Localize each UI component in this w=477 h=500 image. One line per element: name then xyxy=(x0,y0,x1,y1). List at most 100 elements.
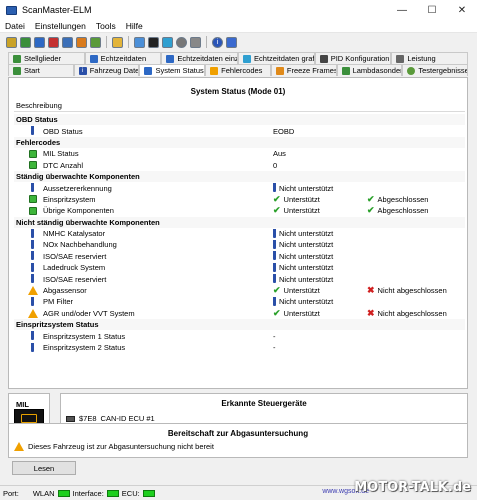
tab-freeze-frames[interactable]: Freeze Frames xyxy=(270,64,337,76)
ecu-led xyxy=(142,489,155,497)
tab-lambdasonden[interactable]: Lambdasonden xyxy=(336,64,403,76)
ecu-entry[interactable]: $7E8 CAN-ID ECU #1 xyxy=(66,414,155,423)
status-row: Abgassensor ✔ Unterstützt ✖ Nicht abgeschlos… xyxy=(14,285,465,296)
settings-icon[interactable] xyxy=(190,36,201,48)
row-icon-slot xyxy=(28,331,37,341)
oxygen-sensor-icon[interactable] xyxy=(76,36,87,48)
start-icon xyxy=(13,66,21,75)
monitor-icon[interactable] xyxy=(148,36,159,48)
status-row: NMHC Katalysator Nicht unterstützt xyxy=(14,228,465,239)
trouble-codes-icon[interactable] xyxy=(48,36,59,48)
row-value-1: Nicht unterstützt xyxy=(273,262,367,272)
tab-system-status[interactable]: System Status xyxy=(139,64,206,76)
section-header: OBD Status xyxy=(14,114,465,126)
info-icon xyxy=(31,239,34,249)
vehicle-info-icon[interactable] xyxy=(34,36,45,48)
globe-icon[interactable] xyxy=(20,36,31,48)
cross-icon: ✖ xyxy=(367,307,375,318)
watermark: MOTOR-TALK.de xyxy=(354,480,471,495)
info-icon xyxy=(273,296,276,306)
tab-testergebnisse[interactable]: Testergebnisse xyxy=(402,64,469,76)
row-value-1: Nicht unterstützt xyxy=(273,228,367,239)
row-icon-slot xyxy=(28,161,37,170)
warning-icon xyxy=(14,442,24,451)
status-row: Einspritzsystem 2 Status - xyxy=(14,342,465,353)
close-icon[interactable]: ✕ xyxy=(447,0,477,20)
row-value-1: ✔ Unterstützt xyxy=(273,308,367,319)
tab-leistung[interactable]: Leistung xyxy=(391,52,469,64)
about-icon[interactable] xyxy=(226,36,237,48)
value-1-text: Nicht unterstützt xyxy=(279,229,334,239)
row-label: Einspritzsystem xyxy=(43,194,96,204)
tab-fehlercodes[interactable]: Fehlercodes xyxy=(205,64,271,76)
row-icon-slot xyxy=(28,126,37,136)
status-row: NOx Nachbehandlung Nicht unterstützt xyxy=(14,239,465,250)
status-row: AGR und/oder VVT System ✔ Unterstützt ✖ Nich… xyxy=(14,308,465,319)
readiness-title: Bereitschaft zur Abgasuntersuchung xyxy=(167,429,309,438)
ecu-name: CAN-ID ECU #1 xyxy=(100,414,155,423)
graph-icon[interactable] xyxy=(162,36,173,48)
value-1-text: - xyxy=(273,343,276,352)
check-engine-icon xyxy=(21,413,37,423)
status-row: MIL Status Aus xyxy=(14,148,465,159)
row-value-1: - xyxy=(273,343,367,352)
section-header: Nicht ständig überwachte Komponenten xyxy=(14,216,465,228)
ecu-label: ECU: xyxy=(121,488,140,498)
status-list: OBD Status OBD Status EOBD Fehlercodes MIL S… xyxy=(14,114,465,353)
row-value-1: 0 xyxy=(273,161,367,170)
row-icon-slot xyxy=(28,228,37,238)
row-label: ISO/SAE reserviert xyxy=(43,274,107,284)
readiness-box: Bereitschaft zur Abgasuntersuchung Diese… xyxy=(8,423,468,458)
row-value-1: Nicht unterstützt xyxy=(273,251,367,261)
menu-datei[interactable]: Datei xyxy=(0,21,30,31)
info-icon xyxy=(31,342,34,352)
row-label: Abgassensor xyxy=(43,286,87,296)
value-1-text: Nicht unterstützt xyxy=(279,240,334,250)
report-icon[interactable] xyxy=(112,36,123,48)
tab-echtzeitdaten-einzeln[interactable]: Echtzeitdaten einzeln xyxy=(161,52,239,64)
connect-icon[interactable] xyxy=(6,36,17,48)
toolbar: i xyxy=(0,34,477,50)
row-value-1: - xyxy=(273,332,367,341)
read-button[interactable]: Lesen xyxy=(12,461,76,475)
system-status-panel: System Status (Mode 01) Beschreibung OBD… xyxy=(8,77,468,389)
menu-einstellungen[interactable]: Einstellungen xyxy=(30,21,91,31)
interface-led xyxy=(106,489,119,497)
tab-strip: Stellglieder Echtzeitdaten Echtzeitdaten… xyxy=(8,52,469,76)
status-row: Ladedruck System Nicht unterstützt xyxy=(14,262,465,273)
tab-row-lower: Start i Fahrzeug Daten System Status Fehl… xyxy=(8,64,469,76)
menu-hilfe[interactable]: Hilfe xyxy=(121,21,148,31)
row-value-2: ✖ Nicht abgeschlossen xyxy=(367,308,447,319)
row-label: Ladedruck System xyxy=(43,263,106,273)
row-icon-slot xyxy=(28,262,37,272)
tab-pid-konfiguration[interactable]: PID Konfiguration xyxy=(314,52,392,64)
value-1-text: Unterstützt xyxy=(283,206,320,216)
maximize-icon[interactable]: ☐ xyxy=(417,0,447,20)
status-ok-icon xyxy=(28,149,37,158)
gauge-icon[interactable] xyxy=(176,36,187,48)
info-icon xyxy=(273,251,276,261)
info-icon[interactable]: i xyxy=(212,36,223,48)
tab-stellglieder[interactable]: Stellglieder xyxy=(8,52,85,64)
tab-echtzeitdaten-grafisch[interactable]: Echtzeitdaten grafisch xyxy=(238,52,315,64)
minimize-icon[interactable]: — xyxy=(387,0,417,20)
row-value-2: ✔ Abgeschlossen xyxy=(367,194,428,205)
tab-echtzeitdaten[interactable]: Echtzeitdaten xyxy=(84,52,162,64)
tab-start[interactable]: Start xyxy=(8,64,74,76)
status-ok-icon xyxy=(28,161,37,170)
live-data-icon[interactable] xyxy=(134,36,145,48)
tab-fahrzeug-daten[interactable]: i Fahrzeug Daten xyxy=(73,64,140,76)
ecu-chip-icon xyxy=(66,415,75,422)
actuator-icon xyxy=(13,54,21,63)
info-icon: i xyxy=(78,66,87,75)
value-1-text: Nicht unterstützt xyxy=(279,183,334,193)
value-2-text: Nicht abgeschlossen xyxy=(377,286,447,296)
test-results-icon[interactable] xyxy=(90,36,101,48)
row-label: MIL Status xyxy=(43,149,79,159)
menu-tools[interactable]: Tools xyxy=(91,21,121,31)
row-icon-slot xyxy=(27,308,38,318)
wlan-led xyxy=(57,489,70,497)
freeze-frame-icon[interactable] xyxy=(62,36,73,48)
warning-icon xyxy=(27,286,38,296)
info-icon xyxy=(273,262,276,272)
